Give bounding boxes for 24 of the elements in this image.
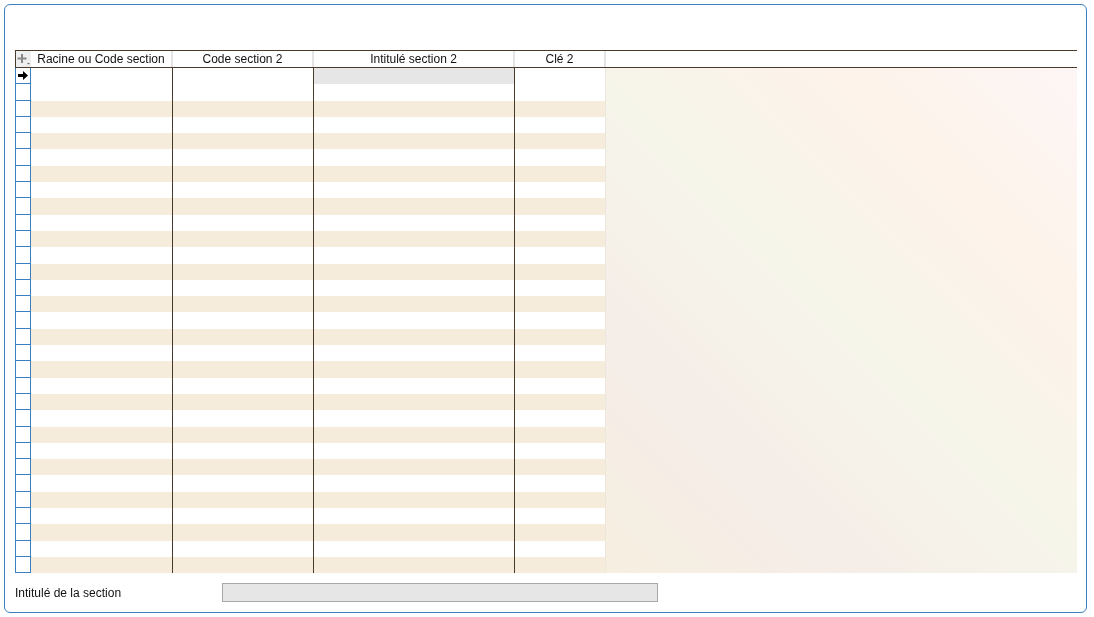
table-cell[interactable] (31, 296, 173, 313)
table-cell[interactable] (173, 133, 314, 150)
table-cell[interactable] (173, 198, 314, 215)
table-cell[interactable] (31, 524, 173, 541)
table-cell[interactable] (173, 524, 314, 541)
table-cell[interactable] (314, 524, 515, 541)
table-cell[interactable] (173, 361, 314, 378)
table-cell[interactable] (314, 68, 515, 85)
field-label: Intitulé de la section (15, 585, 123, 600)
table-cell[interactable] (314, 296, 515, 313)
table-cell[interactable] (173, 459, 314, 476)
table-cell[interactable] (31, 459, 173, 476)
table-cell[interactable] (314, 459, 515, 476)
table-cell[interactable] (31, 133, 173, 150)
table-cell[interactable] (314, 133, 515, 150)
row-selector[interactable] (15, 68, 31, 85)
arrow-icon (18, 71, 28, 81)
table-cell[interactable] (31, 361, 173, 378)
table-cell[interactable] (31, 198, 173, 215)
table-cell[interactable] (314, 361, 515, 378)
table-cell[interactable] (173, 296, 314, 313)
table-cell[interactable] (314, 198, 515, 215)
plus-icon (17, 53, 30, 65)
add-row-button[interactable] (15, 51, 31, 67)
